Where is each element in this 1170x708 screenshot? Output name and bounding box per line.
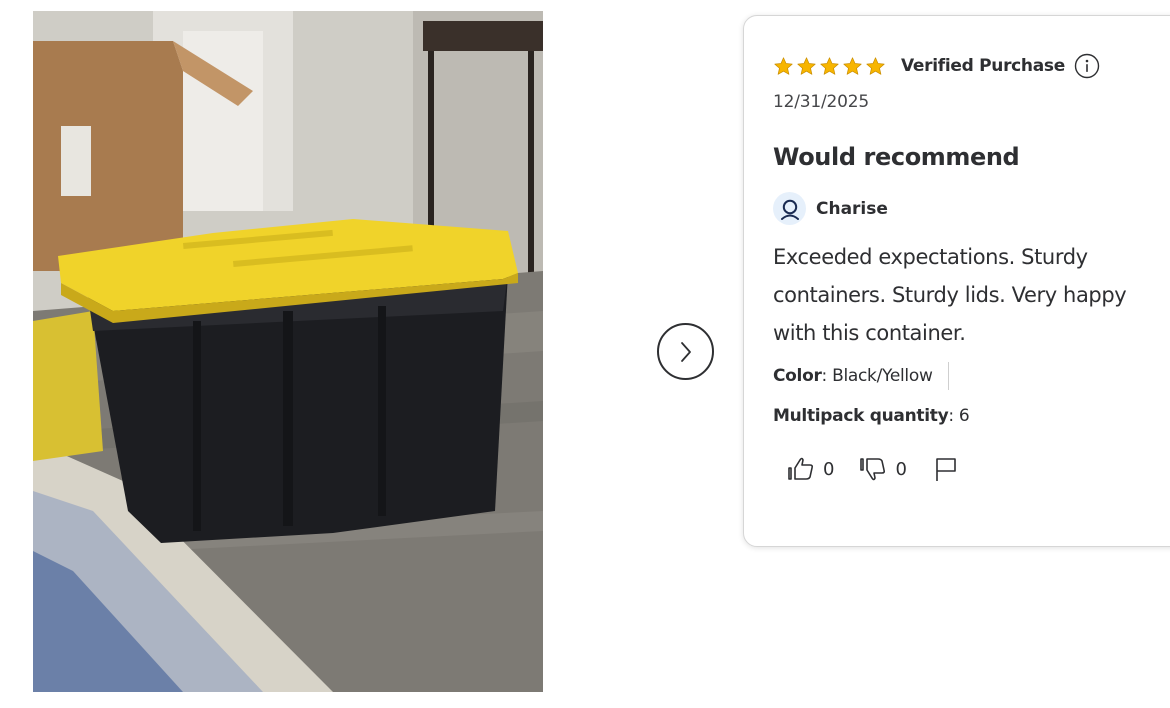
star-icon	[820, 56, 839, 75]
helpful-button[interactable]: 0	[788, 455, 834, 483]
star-icon	[797, 56, 816, 75]
flag-icon	[936, 458, 956, 481]
author-name: Charise	[816, 198, 888, 219]
review-feedback-row: 0 0	[773, 455, 1170, 483]
unhelpful-button[interactable]: 0	[860, 455, 907, 483]
rating-row: Verified Purchase	[773, 52, 1170, 80]
attribute-name: Color	[773, 366, 822, 386]
thumbs-up-icon	[788, 457, 814, 480]
user-icon	[780, 199, 799, 220]
verified-purchase-label: Verified Purchase	[901, 56, 1065, 76]
unhelpful-count: 0	[895, 458, 907, 480]
review-body: Exceeded expectations. Sturdy containers…	[773, 245, 1127, 345]
review-photo[interactable]	[33, 11, 543, 692]
avatar	[773, 192, 806, 225]
report-button[interactable]	[933, 455, 959, 483]
attribute-multipack-quantity: Multipack quantity: 6	[773, 401, 1170, 431]
attribute-name: Multipack quantity	[773, 406, 949, 426]
review-date: 12/31/2025	[773, 92, 869, 112]
divider	[947, 362, 949, 390]
attribute-separator: :	[821, 366, 833, 386]
star-icon	[866, 56, 885, 75]
attribute-color: Color: Black/Yellow	[773, 361, 1170, 391]
chevron-right-icon	[680, 341, 691, 362]
star-icon	[843, 56, 862, 75]
thumbs-down-icon	[860, 458, 886, 481]
info-icon[interactable]	[1074, 53, 1100, 79]
attribute-separator: :	[948, 406, 959, 426]
review-title: Would recommend	[773, 143, 1020, 171]
review-author: Charise	[773, 192, 1170, 225]
star-icon	[774, 56, 793, 75]
attribute-value: 6	[958, 406, 970, 426]
storage-bin-photo-illustration	[33, 11, 543, 692]
attribute-value: Black/Yellow	[832, 366, 933, 386]
review-card: Verified Purchase 12/31/2025 Would recom…	[743, 15, 1170, 547]
next-review-button[interactable]	[657, 323, 714, 380]
star-rating	[773, 56, 886, 77]
helpful-count: 0	[823, 458, 835, 480]
